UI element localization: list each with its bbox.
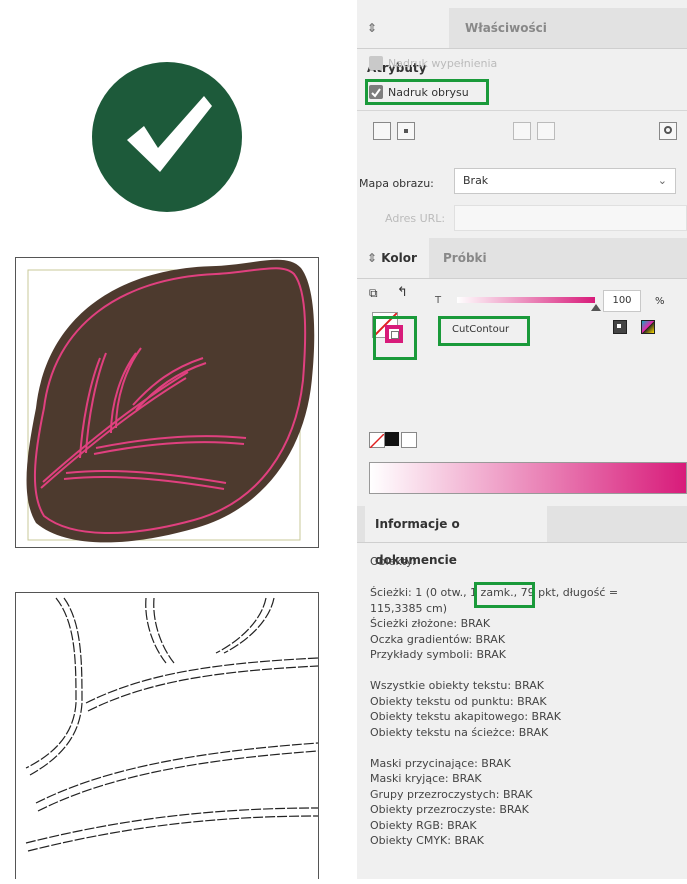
swap-fill-stroke-icon[interactable]: ↰ <box>397 285 408 300</box>
spot-color-icon <box>613 320 627 334</box>
tint-slider-handle[interactable] <box>591 304 601 311</box>
checkmark-badge <box>92 62 242 212</box>
reverse-path-direction-on-button[interactable] <box>537 122 555 140</box>
tab-properties[interactable]: Właściwości <box>455 8 557 48</box>
tab-attributes[interactable]: ⇕ Atrybuty <box>357 8 449 75</box>
show-center-off-button[interactable] <box>373 122 391 140</box>
document-info-line: Przykłady symboli: BRAK <box>370 648 506 661</box>
tab-color-label: Kolor <box>381 251 417 265</box>
document-info-line: 115,3385 cm) <box>370 601 448 615</box>
tint-value: 100 <box>612 295 632 306</box>
document-info-line: Maski kryjące: BRAK <box>370 772 482 785</box>
image-map-value: Brak <box>463 174 489 187</box>
overprint-fill-checkbox[interactable] <box>369 56 383 70</box>
color-tabbar: ⇕ Kolor Próbki <box>357 238 687 279</box>
tab-color[interactable]: ⇕ Kolor <box>357 238 429 278</box>
highlight-stroke-swatch <box>373 316 417 360</box>
collapse-arrows-icon[interactable]: ⇕ <box>367 21 377 35</box>
url-input[interactable] <box>454 205 687 231</box>
document-info-line: Obiekty: <box>370 555 416 568</box>
tab-swatches-label: Próbki <box>443 251 487 265</box>
tab-swatches[interactable]: Próbki <box>433 238 497 278</box>
tab-document-info[interactable]: Informacje o dokumencie <box>365 506 547 567</box>
tint-slider[interactable] <box>457 297 595 303</box>
white-color-chip[interactable] <box>401 432 417 448</box>
document-info-line: Obiekty przezroczyste: BRAK <box>370 803 529 816</box>
document-info-line: Obiekty tekstu na ścieżce: BRAK <box>370 725 549 739</box>
swatch-name: CutContour <box>452 324 510 335</box>
chevron-down-icon: ⌄ <box>657 174 667 187</box>
document-info-line: Maski przycinające: BRAK <box>370 756 511 770</box>
leaf-outline-icon <box>25 597 319 852</box>
highlight-overprint-stroke <box>365 79 489 105</box>
document-info-line: Ścieżki złożone: BRAK <box>370 617 491 630</box>
circle-icon <box>664 126 672 134</box>
document-info-line: Obiekty tekstu akapitowego: BRAK <box>370 710 562 723</box>
leaf-icon <box>26 259 315 543</box>
tint-value-input[interactable]: 100 <box>603 290 641 312</box>
none-slash-icon <box>369 433 385 449</box>
document-info-line: Wszystkie obiekty tekstu: BRAK <box>370 679 545 692</box>
black-color-chip[interactable] <box>385 432 399 446</box>
leaf-artwork-preview <box>15 257 319 548</box>
process-color-icon <box>641 320 655 334</box>
spot-color-dot <box>617 324 621 328</box>
collapse-arrows-icon[interactable]: ⇕ <box>367 251 377 265</box>
reverse-path-direction-off-button[interactable] <box>513 122 531 140</box>
none-color-chip[interactable] <box>369 432 385 449</box>
panel-bottom-fade <box>357 852 687 879</box>
color-spectrum-bar[interactable] <box>369 462 687 494</box>
show-center-on-button[interactable] <box>397 122 415 140</box>
center-dot-icon <box>404 129 408 133</box>
image-map-label: Mapa obrazu: <box>359 177 434 190</box>
checkmark-icon <box>127 96 212 172</box>
default-fill-stroke-icon[interactable]: ⧉ <box>369 286 378 301</box>
url-label: Adres URL: <box>385 212 446 225</box>
document-info-tabbar: Informacje o dokumencie <box>357 506 687 567</box>
document-info-line: Grupy przezroczystych: BRAK <box>370 787 533 801</box>
tab-properties-label: Właściwości <box>465 21 547 35</box>
highlight-closed-paths <box>474 582 535 608</box>
tint-unit: % <box>655 296 665 307</box>
separator <box>357 110 687 111</box>
document-info-line: Obiekty tekstu od punktu: BRAK <box>370 694 547 708</box>
cut-outline-preview <box>15 592 319 879</box>
document-info-line: Obiekty RGB: BRAK <box>370 818 477 832</box>
fill-rule-button[interactable] <box>659 122 677 140</box>
attributes-tabbar: ⇕ Atrybuty Właściwości <box>357 8 687 75</box>
image-map-select[interactable]: Brak ⌄ <box>454 168 676 194</box>
overprint-fill-label: Nadruk wypełnienia <box>388 57 498 70</box>
properties-panel: ⇕ Atrybuty Właściwości Nadruk wypełnieni… <box>357 0 687 879</box>
document-info-line: Oczka gradientów: BRAK <box>370 632 506 646</box>
tint-label: T <box>435 295 442 306</box>
document-info-line: Obiekty CMYK: BRAK <box>370 834 484 847</box>
